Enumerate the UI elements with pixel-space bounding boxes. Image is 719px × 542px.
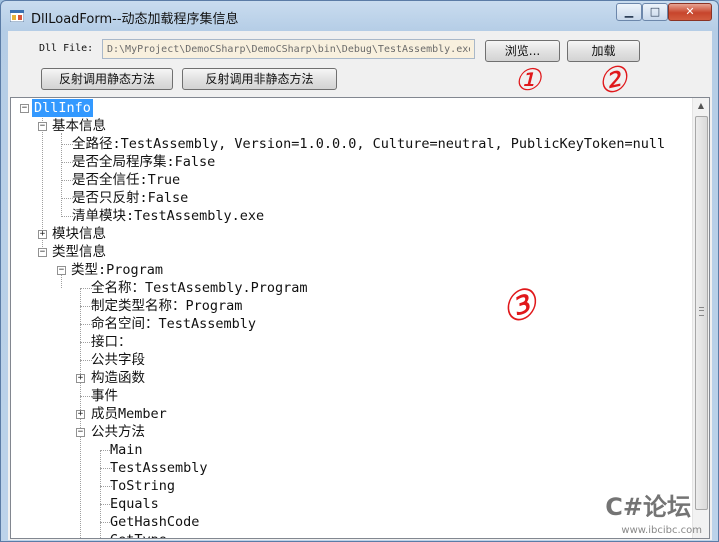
watermark-logo: C#论坛: [605, 493, 691, 521]
load-button[interactable]: 加载: [567, 40, 640, 62]
expand-icon[interactable]: +: [76, 374, 85, 383]
maximize-button[interactable]: □: [642, 3, 668, 21]
dll-info-treeview[interactable]: − − + − − + + − DllInfo 基本信息 全路径:TestAss…: [10, 97, 710, 539]
tree-node-full-name[interactable]: 全名称：TestAssembly.Program: [91, 279, 308, 297]
tree-node-types[interactable]: 类型信息: [52, 243, 106, 261]
tree-node-manifest-module[interactable]: 清单模块:TestAssembly.exe: [72, 207, 264, 225]
main-window: DllLoadForm--动态加载程序集信息 ▁ □ ✕ Dll File: 浏…: [0, 0, 719, 542]
tree-node-is-full-trust[interactable]: 是否全信任:True: [72, 171, 180, 189]
window-title: DllLoadForm--动态加载程序集信息: [31, 12, 239, 27]
app-icon: [10, 10, 24, 22]
tree-connector: [100, 450, 101, 538]
tree-node-method[interactable]: TestAssembly: [110, 459, 208, 477]
annotation-mark-1: ①: [514, 63, 541, 98]
tree-node-public-methods[interactable]: 公共方法: [91, 423, 145, 441]
tree-content: − − + − − + + − DllInfo 基本信息 全路径:TestAss…: [11, 98, 694, 538]
tree-node-basic-info[interactable]: 基本信息: [52, 117, 106, 135]
tree-node-events[interactable]: 事件: [91, 387, 118, 405]
collapse-icon[interactable]: −: [38, 248, 47, 257]
tree-node-method[interactable]: Main: [110, 441, 143, 459]
tree-node-method[interactable]: Equals: [110, 495, 159, 513]
expand-icon[interactable]: +: [38, 230, 47, 239]
tree-node-members[interactable]: 成员Member: [91, 405, 167, 423]
dll-path-input[interactable]: [102, 39, 475, 59]
watermark-url: www.ibcibc.com: [621, 525, 702, 536]
tree-node-is-reflection-only[interactable]: 是否只反射:False: [72, 189, 188, 207]
collapse-icon[interactable]: −: [76, 428, 85, 437]
collapse-icon[interactable]: −: [38, 122, 47, 131]
close-button[interactable]: ✕: [668, 3, 712, 21]
dll-file-label: Dll File:: [39, 43, 94, 54]
tree-node-public-fields[interactable]: 公共字段: [91, 351, 145, 369]
vertical-scrollbar[interactable]: ▲: [692, 98, 709, 538]
form-client-area: Dll File: 浏览... 加载 反射调用静态方法 反射调用非静态方法 ① …: [8, 31, 712, 540]
collapse-icon[interactable]: −: [57, 266, 66, 275]
tree-node-constructors[interactable]: 构造函数: [91, 369, 145, 387]
expand-icon[interactable]: +: [76, 410, 85, 419]
tree-node-modules[interactable]: 模块信息: [52, 225, 106, 243]
grip-icon: [699, 307, 704, 316]
tree-node-declared-name[interactable]: 制定类型名称：Program: [91, 297, 242, 315]
tree-node-method[interactable]: GetHashCode: [110, 513, 199, 531]
minimize-button[interactable]: ▁: [616, 3, 642, 21]
scroll-up-arrow-icon[interactable]: ▲: [693, 98, 709, 114]
collapse-icon[interactable]: −: [20, 104, 29, 113]
tree-node-method[interactable]: GetType: [110, 531, 167, 538]
tree-node-full-path[interactable]: 全路径:TestAssembly, Version=1.0.0.0, Cultu…: [72, 135, 665, 153]
tree-node-type-program[interactable]: 类型:Program: [71, 261, 163, 279]
tree-node-is-gac[interactable]: 是否全局程序集:False: [72, 153, 215, 171]
tree-node-root[interactable]: DllInfo: [32, 99, 93, 117]
invoke-static-method-button[interactable]: 反射调用静态方法: [41, 68, 173, 90]
invoke-nonstatic-method-button[interactable]: 反射调用非静态方法: [182, 68, 337, 90]
browse-button[interactable]: 浏览...: [485, 40, 560, 62]
tree-connector: [61, 133, 62, 217]
tree-node-namespace[interactable]: 命名空间：TestAssembly: [91, 315, 256, 333]
title-bar[interactable]: DllLoadForm--动态加载程序集信息 ▁ □ ✕: [1, 1, 718, 31]
tree-node-interfaces[interactable]: 接口：: [91, 333, 132, 351]
tree-node-method[interactable]: ToString: [110, 477, 175, 495]
scrollbar-thumb[interactable]: [695, 116, 708, 510]
